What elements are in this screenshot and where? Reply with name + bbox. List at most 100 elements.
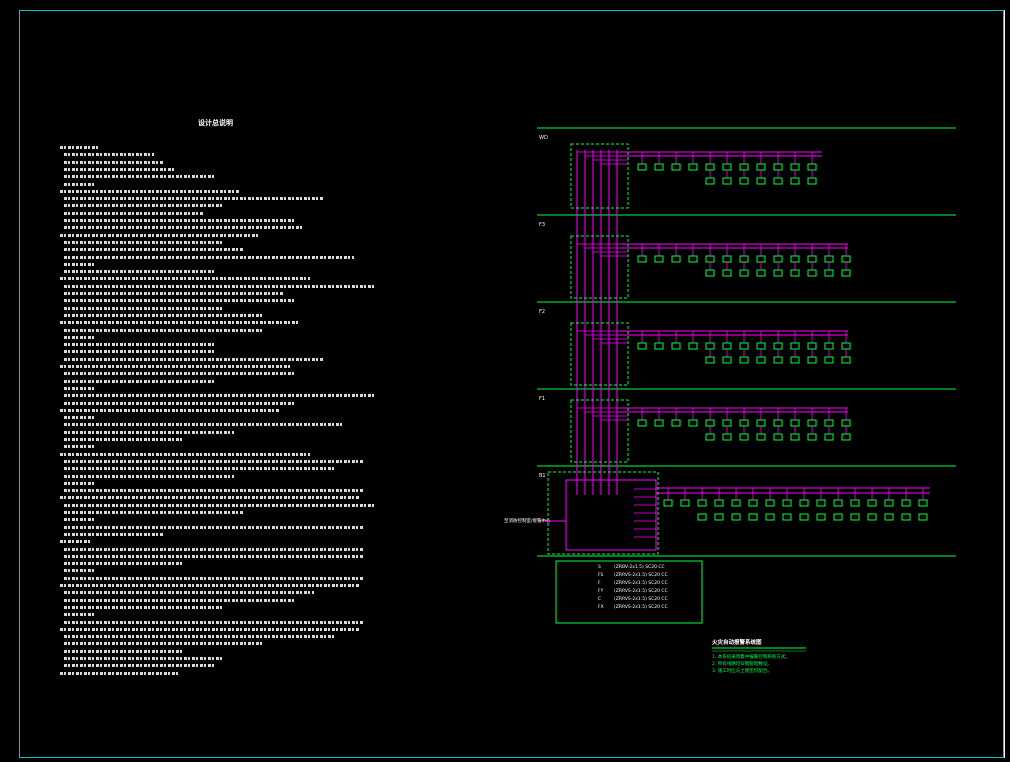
external-connection-label: 至消防控制室/接警中心 bbox=[504, 519, 551, 524]
linked-device bbox=[790, 356, 800, 364]
alarm-device bbox=[807, 163, 817, 171]
alarm-device bbox=[739, 419, 749, 427]
alarm-device bbox=[688, 163, 698, 171]
alarm-device bbox=[773, 255, 783, 263]
alarm-device bbox=[671, 419, 681, 427]
alarm-device bbox=[841, 255, 851, 263]
linked-device bbox=[773, 177, 783, 185]
b1-device bbox=[782, 499, 792, 507]
alarm-device bbox=[739, 255, 749, 263]
linked-device bbox=[756, 177, 766, 185]
floor-label: F2 bbox=[539, 309, 546, 315]
alarm-device bbox=[739, 342, 749, 350]
b1-module bbox=[765, 513, 775, 521]
b1-device bbox=[731, 499, 741, 507]
linked-device bbox=[773, 269, 783, 277]
linked-device bbox=[773, 356, 783, 364]
b1-module bbox=[697, 513, 707, 521]
alarm-device bbox=[722, 163, 732, 171]
linked-device bbox=[807, 269, 817, 277]
linked-device bbox=[841, 433, 851, 441]
linked-device bbox=[739, 356, 749, 364]
linked-device bbox=[756, 269, 766, 277]
b1-module bbox=[867, 513, 877, 521]
linked-device bbox=[756, 433, 766, 441]
legend-cable: (ZRRVS-2x1.5) SC20 CC bbox=[614, 589, 668, 594]
b1-device bbox=[680, 499, 690, 507]
b1-module bbox=[918, 513, 928, 521]
b1-device bbox=[816, 499, 826, 507]
linked-device bbox=[705, 269, 715, 277]
diagram-title: 火灾自动报警系统图 bbox=[712, 640, 762, 646]
linked-device bbox=[705, 177, 715, 185]
floor-label: B1 bbox=[539, 473, 546, 479]
alarm-device bbox=[654, 342, 664, 350]
alarm-device bbox=[705, 342, 715, 350]
b1-module bbox=[714, 513, 724, 521]
legend-cable: (ZRRVS-2x1.5) SC20 CC bbox=[614, 573, 668, 578]
alarm-device bbox=[756, 419, 766, 427]
diagram-note-1: 1. 本系统采用集中报警控制系统方式。 bbox=[712, 655, 790, 660]
b1-module bbox=[850, 513, 860, 521]
fire-alarm-controller bbox=[565, 479, 657, 551]
alarm-device bbox=[773, 419, 783, 427]
linked-device bbox=[722, 177, 732, 185]
legend-code: FX bbox=[598, 605, 604, 610]
alarm-device bbox=[688, 255, 698, 263]
b1-device bbox=[884, 499, 894, 507]
b1-module bbox=[799, 513, 809, 521]
alarm-device bbox=[807, 255, 817, 263]
linked-device bbox=[705, 433, 715, 441]
linked-device bbox=[722, 269, 732, 277]
alarm-device bbox=[637, 342, 647, 350]
alarm-device bbox=[790, 163, 800, 171]
alarm-device bbox=[637, 163, 647, 171]
alarm-device bbox=[824, 255, 834, 263]
alarm-device bbox=[671, 163, 681, 171]
diagram-note-2: 2. 所有线路均穿钢管暗敷设。 bbox=[712, 662, 772, 667]
alarm-device bbox=[705, 255, 715, 263]
floor-junction-box bbox=[570, 143, 629, 209]
alarm-device bbox=[688, 342, 698, 350]
alarm-device bbox=[654, 255, 664, 263]
linked-device bbox=[790, 177, 800, 185]
floor-junction-box bbox=[570, 322, 629, 386]
alarm-device bbox=[671, 342, 681, 350]
floor-junction-box bbox=[570, 399, 629, 463]
alarm-device bbox=[756, 342, 766, 350]
b1-module bbox=[816, 513, 826, 521]
b1-device bbox=[799, 499, 809, 507]
alarm-device bbox=[790, 255, 800, 263]
b1-device bbox=[867, 499, 877, 507]
linked-device bbox=[739, 269, 749, 277]
floor-junction-box bbox=[570, 235, 629, 299]
b1-module bbox=[748, 513, 758, 521]
linked-device bbox=[790, 269, 800, 277]
legend-cable: (ZRBV-2x1.5) SC20 CC bbox=[614, 565, 665, 570]
b1-module bbox=[833, 513, 843, 521]
alarm-device bbox=[824, 419, 834, 427]
alarm-device bbox=[671, 255, 681, 263]
alarm-device bbox=[790, 419, 800, 427]
linked-device bbox=[824, 269, 834, 277]
alarm-device bbox=[756, 163, 766, 171]
alarm-device bbox=[773, 163, 783, 171]
alarm-device bbox=[841, 342, 851, 350]
b1-device bbox=[663, 499, 673, 507]
alarm-device bbox=[807, 342, 817, 350]
linked-device bbox=[739, 433, 749, 441]
linked-device bbox=[790, 433, 800, 441]
floor-label: WD bbox=[539, 135, 548, 141]
alarm-device bbox=[654, 419, 664, 427]
linked-device bbox=[739, 177, 749, 185]
fire-alarm-system-diagram bbox=[537, 127, 956, 652]
alarm-device bbox=[739, 163, 749, 171]
linked-device bbox=[824, 356, 834, 364]
floor-label: F1 bbox=[539, 396, 546, 402]
legend-code: C bbox=[598, 597, 602, 602]
linked-device bbox=[722, 433, 732, 441]
b1-device bbox=[918, 499, 928, 507]
linked-device bbox=[841, 356, 851, 364]
alarm-device bbox=[722, 342, 732, 350]
b1-device bbox=[714, 499, 724, 507]
